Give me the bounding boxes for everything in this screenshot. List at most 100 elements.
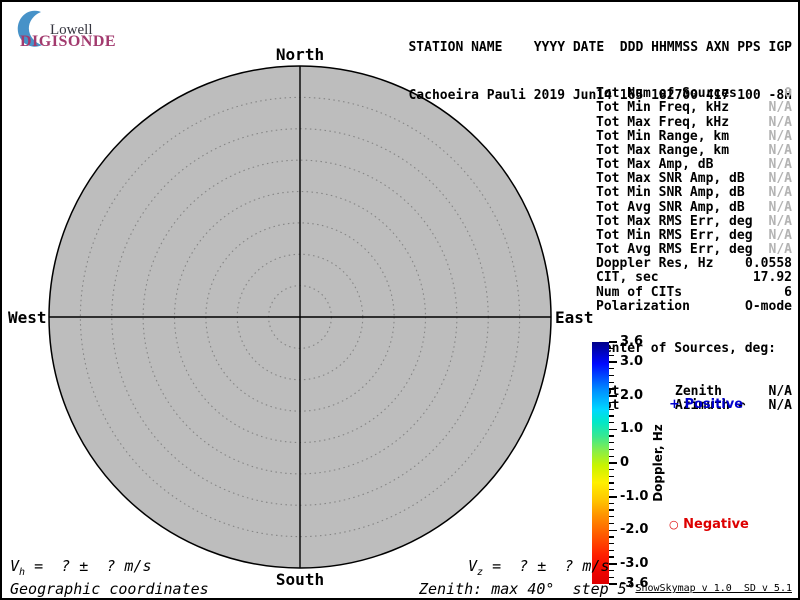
- vertical-velocity-readout: Vz = ? ± ? m/s: [468, 557, 610, 578]
- stat-label: Tot Max SNR Amp, dB: [596, 172, 745, 186]
- colorbar-tick: [609, 402, 614, 403]
- colorbar-tick-label: 2.0: [620, 388, 643, 403]
- lowell-digisonde-logo: Lowell DIGISONDE: [14, 9, 189, 51]
- legend-negative-label: Negative: [683, 517, 749, 532]
- colorbar-tick: [609, 435, 614, 436]
- stat-label: Polarization: [596, 300, 690, 314]
- stat-row: Num of CITs 6: [596, 286, 792, 300]
- legend-positive-label: Positive: [684, 397, 743, 412]
- compass-east-label: East: [555, 308, 594, 327]
- vh-symbol: V: [10, 557, 19, 575]
- stat-value: N/A: [769, 215, 792, 229]
- plus-icon: +: [669, 397, 680, 412]
- center-row-value: N/A: [769, 385, 792, 399]
- colorbar-tick: [609, 509, 614, 510]
- header-columns-row: STATION NAME YYYY DATE DDD HHMMSS AXN PP…: [408, 40, 792, 56]
- colorbar-tick: [609, 422, 614, 423]
- colorbar-tick: [609, 516, 614, 517]
- colorbar-tick: [609, 429, 617, 431]
- stats-rows: Tot Num of Sources0Tot Min Freq, kHzN/AT…: [596, 87, 792, 314]
- showskymap-window: Lowell DIGISONDE STATION NAME YYYY DATE …: [0, 0, 800, 600]
- colorbar-tick: [609, 409, 614, 410]
- colorbar-tick: [609, 456, 614, 457]
- stat-label: Tot Max Amp, dB: [596, 158, 713, 172]
- stat-value: O-mode: [745, 300, 792, 314]
- legend-negative: ○ Negative: [669, 517, 749, 532]
- compass-west-label: West: [8, 308, 46, 327]
- colorbar-tick: [609, 556, 614, 557]
- colorbar-tick: [609, 536, 614, 537]
- colorbar-tick: [609, 469, 614, 470]
- stat-value: N/A: [769, 101, 792, 115]
- stat-label: Tot Avg SNR Amp, dB: [596, 201, 745, 215]
- stat-row: Tot Min RMS Err, degN/A: [596, 229, 792, 243]
- colorbar-tick: [609, 496, 617, 498]
- circle-icon: ○: [669, 518, 679, 531]
- colorbar-tick: [609, 550, 614, 551]
- stat-label: Tot Max Freq, kHz: [596, 116, 729, 130]
- colorbar-tick: [609, 361, 617, 363]
- stat-row: Polarization O-mode: [596, 300, 792, 314]
- stat-value: N/A: [769, 229, 792, 243]
- stat-value: N/A: [769, 130, 792, 144]
- colorbar-tick: [609, 388, 614, 389]
- colorbar-tick: [609, 368, 614, 369]
- stat-row: Tot Min Range, km N/A: [596, 130, 792, 144]
- colorbar-tick: [609, 530, 617, 532]
- colorbar-tick-label: -1.0: [620, 489, 648, 504]
- stat-value: 6: [784, 286, 792, 300]
- colorbar-tick: [609, 489, 614, 490]
- colorbar-tick: [609, 341, 617, 343]
- doppler-colorbar: [592, 342, 609, 584]
- colorbar-tick-label: 3.0: [620, 354, 643, 369]
- colorbar-tick: [609, 543, 614, 544]
- vz-symbol: V: [468, 557, 477, 575]
- stat-row: Tot Max SNR Amp, dBN/A: [596, 172, 792, 186]
- colorbar-axis-title: Doppler, Hz: [651, 424, 665, 502]
- colorbar-tick-label: 0: [620, 455, 629, 470]
- colorbar-tick: [609, 503, 614, 504]
- colorbar-tick: [609, 382, 614, 383]
- stat-row: Tot Max Range, kmN/A: [596, 144, 792, 158]
- colorbar-tick: [609, 577, 614, 578]
- stat-label: Tot Max RMS Err, deg: [596, 215, 753, 229]
- stat-label: Doppler Res, Hz: [596, 257, 713, 271]
- stat-value: N/A: [769, 201, 792, 215]
- compass-north-label: North: [276, 45, 324, 64]
- stat-label: Tot Avg RMS Err, deg: [596, 243, 753, 257]
- stat-label: Tot Min SNR Amp, dB: [596, 186, 745, 200]
- stat-label: Num of CITs: [596, 286, 682, 300]
- stat-row: Tot Avg RMS Err, deg N/A: [596, 243, 792, 257]
- vz-value: = ? ± ? m/s: [483, 557, 609, 575]
- coordinates-mode-label: Geographic coordinates: [10, 580, 209, 598]
- horizontal-velocity-readout: Vh = ? ± ? m/s: [10, 557, 152, 578]
- stat-label: Tot Max Range, km: [596, 144, 729, 158]
- stat-value: N/A: [769, 186, 792, 200]
- stat-row: Tot Avg SNR Amp, dB N/A: [596, 201, 792, 215]
- stat-value: 0.0558: [745, 257, 792, 271]
- colorbar-tick: [609, 375, 614, 376]
- colorbar-tick: [609, 442, 614, 443]
- stat-row: Doppler Res, Hz 0.0558: [596, 257, 792, 271]
- stat-label: Tot Min Range, km: [596, 130, 729, 144]
- stat-row: Tot Min Freq, kHz N/A: [596, 101, 792, 115]
- stat-row: Tot Max Freq, kHz N/A: [596, 116, 792, 130]
- colorbar-tick: [609, 395, 617, 397]
- stat-row: Tot Max RMS Err, deg N/A: [596, 215, 792, 229]
- stat-value: N/A: [769, 158, 792, 172]
- colorbar-tick: [609, 563, 617, 565]
- colorbar-tick: [609, 415, 614, 416]
- stat-value: N/A: [769, 116, 792, 130]
- stat-value: 17.92: [753, 271, 792, 285]
- colorbar-ticks: 3.63.02.01.00-1.0-2.0-3.0-3.6: [609, 342, 654, 584]
- colorbar-tick: [609, 476, 614, 477]
- stat-label: CIT, sec: [596, 271, 659, 285]
- stat-row: Tot Max Amp, dB N/A: [596, 158, 792, 172]
- legend-positive: + Positive: [669, 397, 743, 412]
- stat-value: N/A: [769, 243, 792, 257]
- center-row-value: N/A: [769, 399, 792, 413]
- stat-label: Tot Min Freq, kHz: [596, 101, 729, 115]
- stat-row: CIT, sec 17.92: [596, 271, 792, 285]
- stat-label: Tot Num of Sources: [596, 87, 737, 101]
- colorbar-tick: [609, 570, 614, 571]
